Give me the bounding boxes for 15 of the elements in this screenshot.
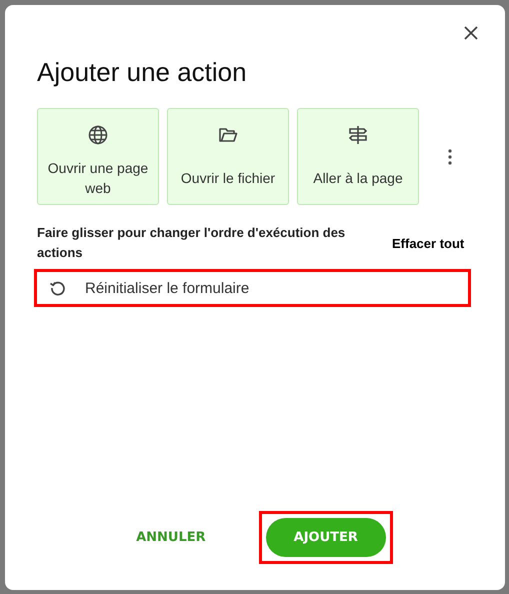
instruction-text: Faire glisser pour changer l'ordre d'exécution des actions — [37, 224, 346, 262]
action-label: Réinitialiser le formulaire — [85, 280, 250, 296]
action-tile[interactable]: Ouvrir une page web — [37, 108, 159, 205]
cancel-button[interactable]: ANNULER — [130, 520, 212, 555]
action-item[interactable]: Réinitialiser le formulaire — [34, 269, 471, 307]
globe-icon — [88, 125, 108, 145]
clear-all-link[interactable]: Effacer tout — [392, 236, 464, 250]
folder-icon — [218, 125, 238, 145]
signpost-icon — [348, 125, 368, 145]
reset-icon — [49, 279, 67, 297]
action-tile[interactable]: Aller à la page — [297, 108, 419, 205]
dialog-title: Ajouter une action — [37, 57, 248, 88]
more-icon[interactable] — [447, 148, 453, 166]
action-tile[interactable]: Ouvrir le fichier — [167, 108, 289, 205]
close-icon[interactable] — [463, 25, 479, 41]
